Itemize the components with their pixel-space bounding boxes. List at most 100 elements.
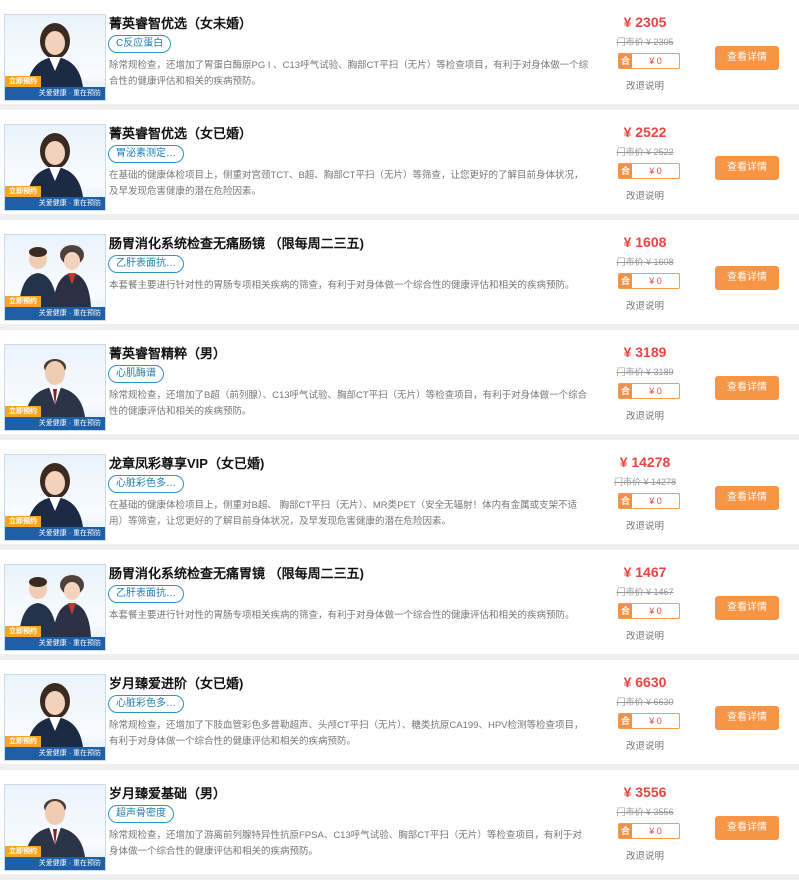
refund-policy-link[interactable]: 改退说明 <box>600 408 690 422</box>
photo-slogan: 关爱健康 · 重在预防 <box>5 857 105 870</box>
market-price: 门市价 ¥ 1467 <box>616 587 674 597</box>
package-photo[interactable]: 立即预约 关爱健康 · 重在预防 <box>4 344 106 431</box>
package-price: ¥ 2522 <box>623 124 667 140</box>
coupon-value: ¥ 0 <box>649 716 662 726</box>
package-photo[interactable]: 立即预约 关爱健康 · 重在预防 <box>4 234 106 321</box>
view-details-button[interactable]: 查看详情 <box>715 816 779 840</box>
package-item: 立即预约 关爱健康 · 重在预防 肠胃消化系统检查无痛胃镜 （限每周二三五) 乙肝表面… <box>0 550 799 660</box>
market-price: 门市价 ¥ 1608 <box>616 257 674 267</box>
photo-slogan: 关爱健康 · 重在预防 <box>5 637 105 650</box>
refund-policy-link[interactable]: 改退说明 <box>600 298 690 312</box>
package-tag[interactable]: 超声骨密度 <box>108 805 174 823</box>
package-item: 立即预约 关爱健康 · 重在预防 肠胃消化系统检查无痛肠镜 （限每周二三五) 乙肝表面… <box>0 220 799 330</box>
package-price: ¥ 1608 <box>623 234 667 250</box>
package-photo[interactable]: 立即预约 关爱健康 · 重在预防 <box>4 124 106 211</box>
view-details-button[interactable]: 查看详情 <box>715 486 779 510</box>
photo-slogan: 关爱健康 · 重在预防 <box>5 87 105 100</box>
package-item: 立即预约 关爱健康 · 重在预防 岁月臻爱进阶（女已婚) 心脏彩色多… 除常规检查，还增… <box>0 660 799 770</box>
package-title[interactable]: 菁英睿智精粹（男） <box>109 343 226 362</box>
photo-slogan: 关爱健康 · 重在预防 <box>5 307 105 320</box>
package-title[interactable]: 肠胃消化系统检查无痛肠镜 （限每周二三五) <box>109 233 364 252</box>
market-price: 门市价 ¥ 3189 <box>616 367 674 377</box>
package-photo[interactable]: 立即预约 关爱健康 · 重在预防 <box>4 564 106 651</box>
book-now-badge: 立即预约 <box>5 406 41 417</box>
refund-policy-link[interactable]: 改退说明 <box>600 188 690 202</box>
market-price: 门市价 ¥ 3556 <box>616 807 674 817</box>
package-description: 除常规检查，还增加了下肢血管彩色多普勒超声、头颅CT平扫（无片）、糖类抗原CA1… <box>109 720 584 747</box>
coupon-box: 合 ¥ 0 <box>618 603 680 619</box>
package-title[interactable]: 岁月臻爱进阶（女已婚) <box>109 673 243 692</box>
coupon-icon: 合 <box>619 714 632 728</box>
package-tag[interactable]: 乙肝表面抗… <box>108 585 184 603</box>
view-details-button[interactable]: 查看详情 <box>715 156 779 180</box>
package-photo[interactable]: 立即预约 关爱健康 · 重在预防 <box>4 674 106 761</box>
coupon-value: ¥ 0 <box>649 606 662 616</box>
market-price: 门市价 ¥ 2522 <box>616 147 674 157</box>
package-price: ¥ 6630 <box>623 674 667 690</box>
coupon-box: 合 ¥ 0 <box>618 713 680 729</box>
coupon-box: 合 ¥ 0 <box>618 383 680 399</box>
package-description: 除常规检查，还增加了B超（前列腺）、C13呼气试验、胸部CT平扫（无片）等检查项… <box>109 390 588 417</box>
package-item: 立即预约 关爱健康 · 重在预防 菁英睿智优选（女未婚） C反应蛋白 除常规检查，还增加… <box>0 0 799 110</box>
photo-slogan: 关爱健康 · 重在预防 <box>5 527 105 540</box>
coupon-value: ¥ 0 <box>649 166 662 176</box>
package-description: 在基础的健康体检项目上，侧重对B超、 胸部CT平扫（无片）、MR类PET（安全无… <box>109 500 578 527</box>
book-now-badge: 立即预约 <box>5 846 41 857</box>
package-title[interactable]: 岁月臻爱基础（男） <box>109 783 226 802</box>
coupon-icon: 合 <box>619 824 632 838</box>
view-details-button[interactable]: 查看详情 <box>715 266 779 290</box>
package-tag[interactable]: 心脏彩色多… <box>108 475 184 493</box>
coupon-box: 合 ¥ 0 <box>618 163 680 179</box>
book-now-badge: 立即预约 <box>5 296 41 307</box>
package-item: 立即预约 关爱健康 · 重在预防 菁英睿智精粹（男） 心肌酶谱 除常规检查，还增加了B超… <box>0 330 799 440</box>
coupon-box: 合 ¥ 0 <box>618 493 680 509</box>
coupon-box: 合 ¥ 0 <box>618 823 680 839</box>
view-details-button[interactable]: 查看详情 <box>715 706 779 730</box>
refund-policy-link[interactable]: 改退说明 <box>600 518 690 532</box>
market-price: 门市价 ¥ 14278 <box>613 477 677 487</box>
refund-policy-link[interactable]: 改退说明 <box>600 78 690 92</box>
package-tag[interactable]: C反应蛋白 <box>108 35 172 53</box>
book-now-badge: 立即预约 <box>5 736 41 747</box>
coupon-icon: 合 <box>619 164 632 178</box>
package-description: 除常规检查，还增加了胃蛋白酶原PG I 、C13呼气试验、胸部CT平扫（无片）等… <box>109 60 589 87</box>
package-tag[interactable]: 心脏彩色多… <box>108 695 184 713</box>
package-title[interactable]: 肠胃消化系统检查无痛胃镜 （限每周二三五) <box>109 563 364 582</box>
coupon-value: ¥ 0 <box>649 56 662 66</box>
refund-policy-link[interactable]: 改退说明 <box>600 628 690 642</box>
package-price: ¥ 1467 <box>623 564 667 580</box>
refund-policy-link[interactable]: 改退说明 <box>600 738 690 752</box>
package-item: 立即预约 关爱健康 · 重在预防 龙章凤彩尊享VIP（女已婚) 心脏彩色多… 在基础的健… <box>0 440 799 550</box>
view-details-button[interactable]: 查看详情 <box>715 596 779 620</box>
package-tag[interactable]: 乙肝表面抗… <box>108 255 184 273</box>
package-description: 在基础的健康体检项目上，侧重对宫颈TCT、B超、胸部CT平扫（无片）等筛查，让您… <box>109 170 584 197</box>
refund-policy-link[interactable]: 改退说明 <box>600 848 690 862</box>
package-tag[interactable]: 心肌酶谱 <box>108 365 164 383</box>
coupon-box: 合 ¥ 0 <box>618 53 680 69</box>
package-price: ¥ 3556 <box>623 784 667 800</box>
package-price: ¥ 2305 <box>623 14 667 30</box>
package-title[interactable]: 龙章凤彩尊享VIP（女已婚) <box>109 453 264 472</box>
coupon-icon: 合 <box>619 604 632 618</box>
view-details-button[interactable]: 查看详情 <box>715 376 779 400</box>
package-photo[interactable]: 立即预约 关爱健康 · 重在预防 <box>4 784 106 871</box>
package-photo[interactable]: 立即预约 关爱健康 · 重在预防 <box>4 14 106 101</box>
coupon-icon: 合 <box>619 494 632 508</box>
coupon-icon: 合 <box>619 274 632 288</box>
coupon-value: ¥ 0 <box>649 276 662 286</box>
book-now-badge: 立即预约 <box>5 626 41 637</box>
photo-slogan: 关爱健康 · 重在预防 <box>5 747 105 760</box>
package-title[interactable]: 菁英睿智优选（女未婚） <box>109 13 252 32</box>
package-photo[interactable]: 立即预约 关爱健康 · 重在预防 <box>4 454 106 541</box>
package-title[interactable]: 菁英睿智优选（女已婚） <box>109 123 252 142</box>
book-now-badge: 立即预约 <box>5 186 41 197</box>
view-details-button[interactable]: 查看详情 <box>715 46 779 70</box>
package-description: 本套餐主要进行针对性的胃肠专项相关疾病的筛查，有利于对身体做一个综合性的健康评估… <box>109 610 575 621</box>
package-description: 本套餐主要进行针对性的胃肠专项相关疾病的筛查，有利于对身体做一个综合性的健康评估… <box>109 280 575 291</box>
book-now-badge: 立即预约 <box>5 76 41 87</box>
coupon-icon: 合 <box>619 54 632 68</box>
package-tag[interactable]: 胃泌素测定… <box>108 145 184 163</box>
photo-slogan: 关爱健康 · 重在预防 <box>5 417 105 430</box>
coupon-box: 合 ¥ 0 <box>618 273 680 289</box>
coupon-value: ¥ 0 <box>649 386 662 396</box>
